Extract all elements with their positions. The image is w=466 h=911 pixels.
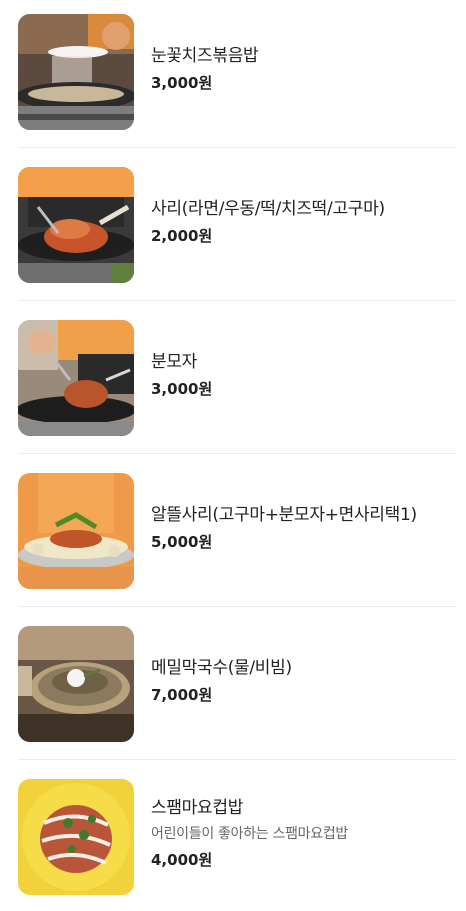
- bunmoja-photo: [18, 320, 134, 436]
- menu-item-text: 사리(라면/우동/떡/치즈떡/고구마) 2,000원: [151, 198, 454, 246]
- menu-item-photo: [18, 626, 134, 742]
- menu-item-name: 눈꽃치즈볶음밥: [151, 46, 259, 66]
- menu-item-photo: [18, 779, 134, 895]
- menu-item[interactable]: 분모자 3,000원: [0, 301, 466, 454]
- menu-item-name: 스팸마요컵밥: [151, 798, 244, 818]
- menu-list: 눈꽃치즈볶음밥 3,000원 사리(라면/우동/떡/치즈떡/고구마) 2,000…: [0, 0, 466, 911]
- spam-mayo-cupbap-photo: [18, 779, 134, 895]
- menu-item-price: 7,000원: [151, 686, 213, 704]
- menu-item[interactable]: 스팸마요컵밥 어린이들이 좋아하는 스팸마요컵밥 4,000원: [0, 760, 466, 911]
- menu-item-text: 눈꽃치즈볶음밥 3,000원: [151, 45, 454, 93]
- menu-item-price: 3,000원: [151, 74, 213, 92]
- menu-item-price: 2,000원: [151, 227, 213, 245]
- menu-item[interactable]: 메밀막국수(물/비빔) 7,000원: [0, 607, 466, 760]
- menu-item[interactable]: 알뜰사리(고구마+분모자+면사리택1) 5,000원: [0, 454, 466, 607]
- buckwheat-noodles-photo: [18, 626, 134, 742]
- menu-item-text: 스팸마요컵밥 어린이들이 좋아하는 스팸마요컵밥 4,000원: [151, 797, 454, 870]
- menu-item-name: 메밀막국수(물/비빔): [151, 658, 292, 678]
- menu-item-text: 알뜰사리(고구마+분모자+면사리택1) 5,000원: [151, 504, 454, 552]
- menu-item-text: 분모자 3,000원: [151, 351, 454, 399]
- menu-item-price: 5,000원: [151, 533, 213, 551]
- menu-item-photo: [18, 320, 134, 436]
- menu-item-price: 4,000원: [151, 851, 213, 869]
- menu-item-price: 3,000원: [151, 380, 213, 398]
- menu-item-photo: [18, 14, 134, 130]
- menu-item-photo: [18, 167, 134, 283]
- menu-item-name: 분모자: [151, 352, 198, 372]
- value-sari-platter-photo: [18, 473, 134, 589]
- menu-item-name: 알뜰사리(고구마+분모자+면사리택1): [151, 505, 417, 525]
- menu-item-description: 어린이들이 좋아하는 스팸마요컵밥: [151, 826, 348, 842]
- cheese-fried-rice-photo: [18, 14, 134, 130]
- sari-noodles-photo: [18, 167, 134, 283]
- menu-item[interactable]: 눈꽃치즈볶음밥 3,000원: [0, 0, 466, 148]
- menu-item-text: 메밀막국수(물/비빔) 7,000원: [151, 657, 454, 705]
- menu-item[interactable]: 사리(라면/우동/떡/치즈떡/고구마) 2,000원: [0, 148, 466, 301]
- menu-item-photo: [18, 473, 134, 589]
- menu-item-name: 사리(라면/우동/떡/치즈떡/고구마): [151, 199, 385, 219]
